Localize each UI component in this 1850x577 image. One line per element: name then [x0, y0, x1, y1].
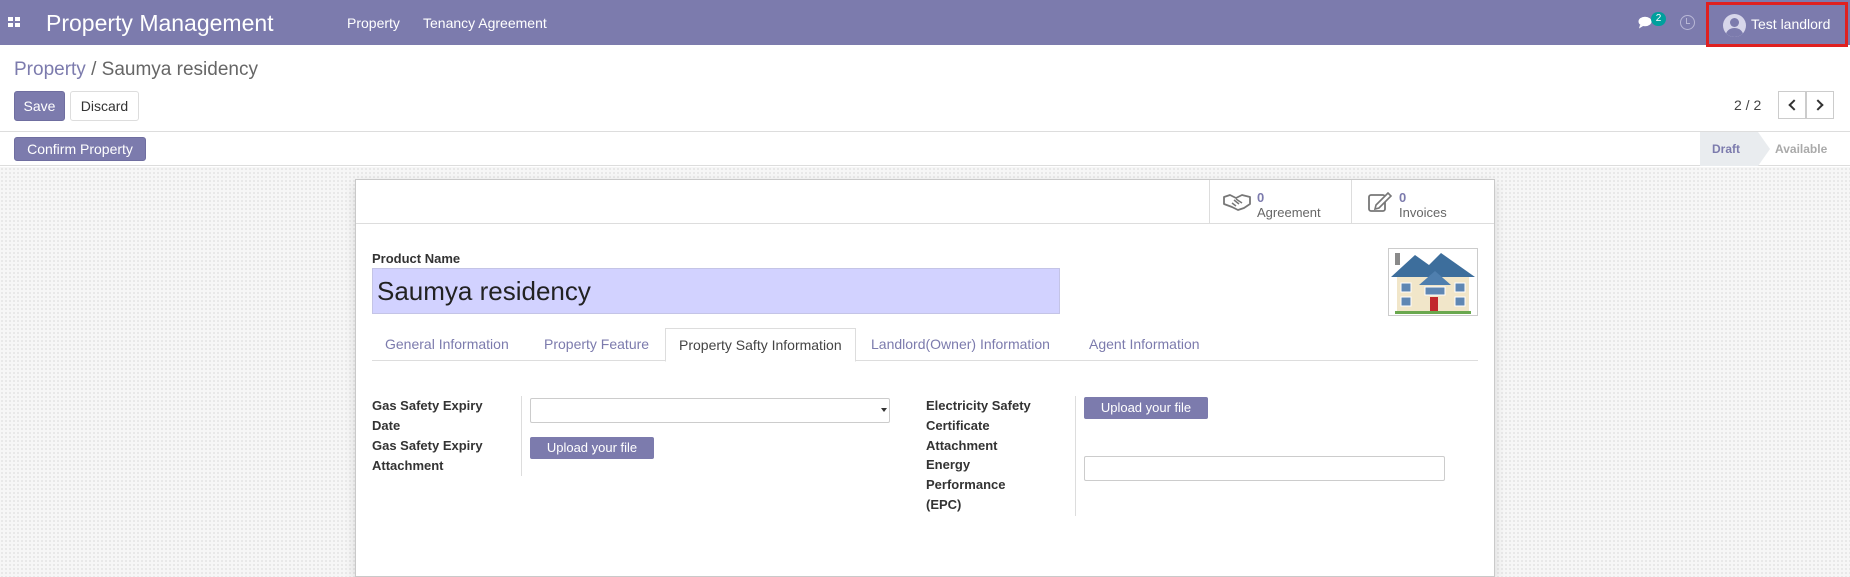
app-title[interactable]: Property Management — [46, 10, 274, 37]
handshake-icon — [1223, 194, 1251, 211]
electricity-safety-upload-button[interactable]: Upload your file — [1084, 397, 1208, 419]
top-navbar: Property Management Property Tenancy Agr… — [0, 0, 1850, 47]
stage-draft[interactable]: Draft — [1700, 132, 1770, 166]
discard-button[interactable]: Discard — [70, 91, 139, 121]
tab-property-safety-information[interactable]: Property Safty Information — [665, 328, 856, 362]
form-statusbar: Confirm Property Draft Available — [0, 132, 1850, 166]
epc-label-line3: (EPC) — [926, 497, 962, 512]
epc-label-line1: Energy — [926, 457, 971, 472]
invoices-count: 0 — [1399, 190, 1407, 205]
form-sheet: 0 Agreement 0 Invoices Product Name Saum… — [355, 179, 1495, 577]
energy-performance-epc-label: Energy Performance (EPC) — [926, 455, 1005, 515]
product-name-label: Product Name — [372, 251, 461, 266]
invoices-label: Invoices — [1399, 205, 1447, 220]
tab-agent-information[interactable]: Agent Information — [1076, 328, 1213, 361]
save-button[interactable]: Save — [14, 91, 65, 121]
gas-safety-attachment-label-line1: Gas Safety Expiry — [372, 438, 483, 453]
stage-available[interactable]: Available — [1775, 132, 1827, 166]
dropdown-caret-icon — [881, 408, 887, 412]
activity-clock-icon[interactable] — [1680, 15, 1695, 30]
user-menu[interactable]: Test landlord — [1706, 2, 1848, 47]
apps-menu-icon[interactable] — [8, 17, 22, 29]
breadcrumb: Property / Saumya residency — [14, 59, 258, 81]
gas-safety-expiry-date-input[interactable] — [530, 398, 890, 423]
agreement-smart-button[interactable]: 0 Agreement — [1209, 180, 1351, 224]
confirm-property-button[interactable]: Confirm Property — [14, 137, 146, 161]
tab-general-information[interactable]: General Information — [372, 328, 522, 361]
pager-value: 2 / 2 — [1734, 97, 1762, 113]
form-tabs: General Information Property Feature Pro… — [372, 328, 1478, 362]
pager-next-button[interactable] — [1806, 91, 1834, 119]
user-avatar — [1723, 14, 1746, 37]
electricity-label-line2: Certificate — [926, 418, 990, 433]
left-group-separator — [521, 396, 522, 476]
chat-count-badge: 2 — [1651, 12, 1666, 26]
electricity-label-line3: Attachment — [926, 438, 998, 453]
gas-safety-upload-button[interactable]: Upload your file — [530, 437, 654, 459]
invoices-smart-button[interactable]: 0 Invoices — [1351, 180, 1494, 224]
tab-property-feature[interactable]: Property Feature — [531, 328, 662, 361]
menu-property[interactable]: Property — [347, 15, 400, 31]
gas-safety-attachment-label: Gas Safety Expiry Attachment — [372, 436, 483, 476]
epc-label-line2: Performance — [926, 477, 1006, 492]
user-name: Test landlord — [1751, 16, 1831, 32]
gas-safety-attachment-label-line2: Attachment — [372, 458, 444, 473]
product-name-input[interactable]: Saumya residency — [372, 268, 1060, 314]
electricity-safety-certificate-label: Electricity Safety Certificate Attachmen… — [926, 396, 1031, 456]
gas-safety-expiry-date-label: Gas Safety Expiry Date — [372, 396, 483, 436]
menu-tenancy-agreement[interactable]: Tenancy Agreement — [423, 15, 547, 31]
tab-landlord-owner-information[interactable]: Landlord(Owner) Information — [858, 328, 1063, 361]
right-group-separator — [1075, 396, 1076, 516]
energy-performance-epc-input[interactable] — [1084, 456, 1445, 481]
agreement-count: 0 — [1257, 190, 1265, 205]
breadcrumb-separator: / — [85, 59, 102, 80]
chevron-left-icon — [1788, 99, 1800, 111]
gas-safety-expiry-date-label-line2: Date — [372, 418, 401, 433]
breadcrumb-current: Saumya residency — [101, 59, 258, 80]
breadcrumb-parent-link[interactable]: Property — [14, 59, 86, 80]
pager-previous-button[interactable] — [1778, 91, 1806, 119]
electricity-label-line1: Electricity Safety — [926, 398, 1031, 413]
agreement-label: Agreement — [1257, 205, 1321, 220]
house-icon — [1389, 249, 1477, 315]
gas-safety-expiry-date-label-line1: Gas Safety Expiry — [372, 398, 483, 413]
edit-icon — [1368, 192, 1393, 212]
property-image[interactable] — [1388, 248, 1478, 316]
smart-button-box: 0 Agreement 0 Invoices — [356, 180, 1494, 224]
chevron-right-icon — [1812, 99, 1824, 111]
